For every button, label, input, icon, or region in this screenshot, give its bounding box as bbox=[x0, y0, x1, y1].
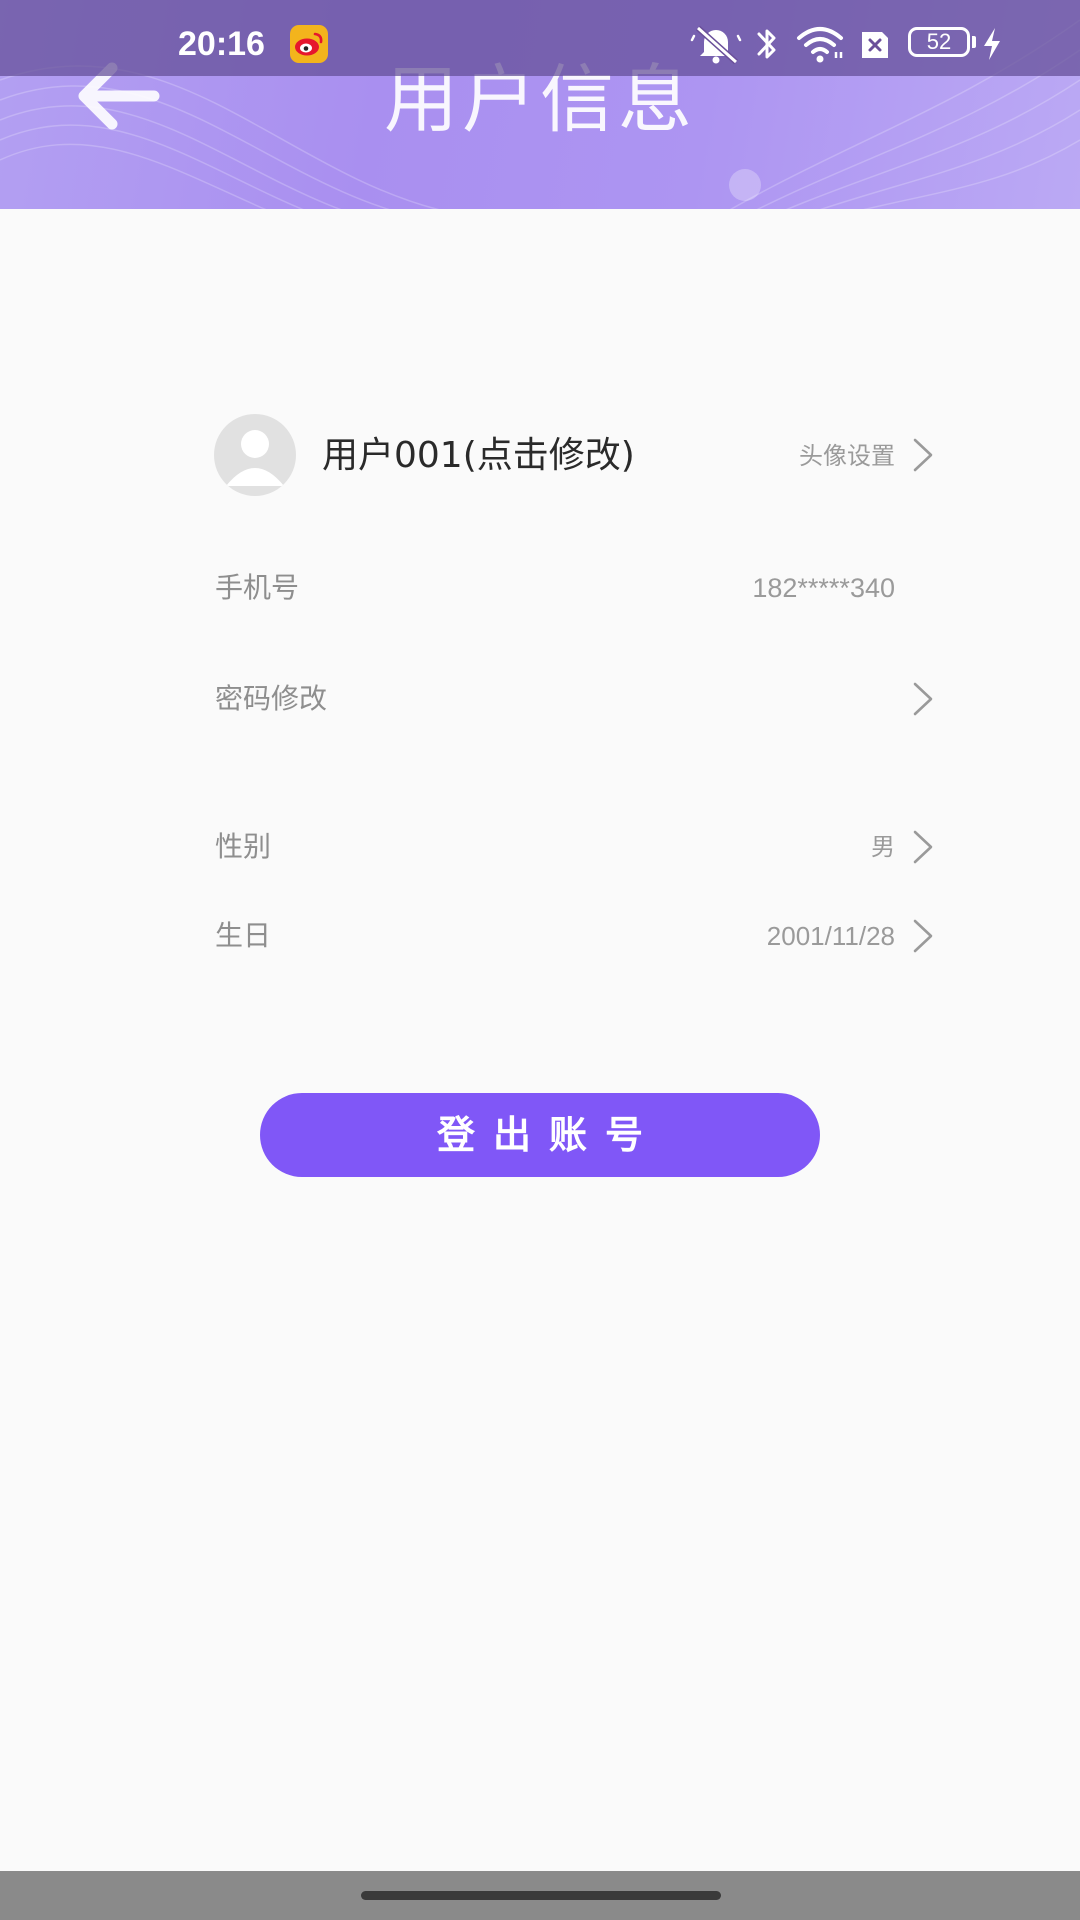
chevron-right-icon[interactable] bbox=[912, 829, 934, 865]
battery-icon: 52 bbox=[908, 27, 970, 57]
logout-button[interactable]: 登出账号 bbox=[260, 1093, 820, 1177]
password-label[interactable]: 密码修改 bbox=[215, 679, 327, 719]
avatar-setting-label[interactable]: 头像设置 bbox=[799, 436, 895, 476]
phone-value: 182*****340 bbox=[752, 573, 895, 603]
status-bar: 20:16 52 bbox=[0, 0, 1080, 76]
weibo-icon bbox=[290, 25, 328, 63]
wifi-icon bbox=[797, 27, 843, 63]
avatar[interactable] bbox=[214, 414, 296, 496]
bluetooth-icon bbox=[757, 29, 776, 59]
home-indicator[interactable] bbox=[361, 1891, 721, 1900]
chevron-right-icon[interactable] bbox=[912, 437, 934, 473]
navigation-bar bbox=[0, 1871, 1080, 1920]
gender-value[interactable]: 男 bbox=[871, 827, 895, 867]
app-header: 用户信息 20:16 52 bbox=[0, 0, 1080, 209]
gender-label: 性别 bbox=[215, 830, 272, 863]
chevron-right-icon[interactable] bbox=[912, 918, 934, 954]
sim-x-icon bbox=[862, 32, 888, 58]
status-time: 20:16 bbox=[178, 25, 265, 63]
bell-muted-icon bbox=[690, 25, 742, 65]
chevron-right-icon[interactable] bbox=[912, 681, 934, 717]
phone-row bbox=[0, 560, 1080, 616]
birthday-label: 生日 bbox=[215, 919, 272, 952]
birthday-value[interactable]: 2001/11/28 bbox=[767, 916, 895, 956]
battery-tip bbox=[972, 36, 976, 48]
username[interactable]: 用户001(点击修改) bbox=[322, 430, 635, 482]
charging-icon bbox=[984, 28, 1000, 60]
phone-label: 手机号 bbox=[215, 571, 300, 604]
